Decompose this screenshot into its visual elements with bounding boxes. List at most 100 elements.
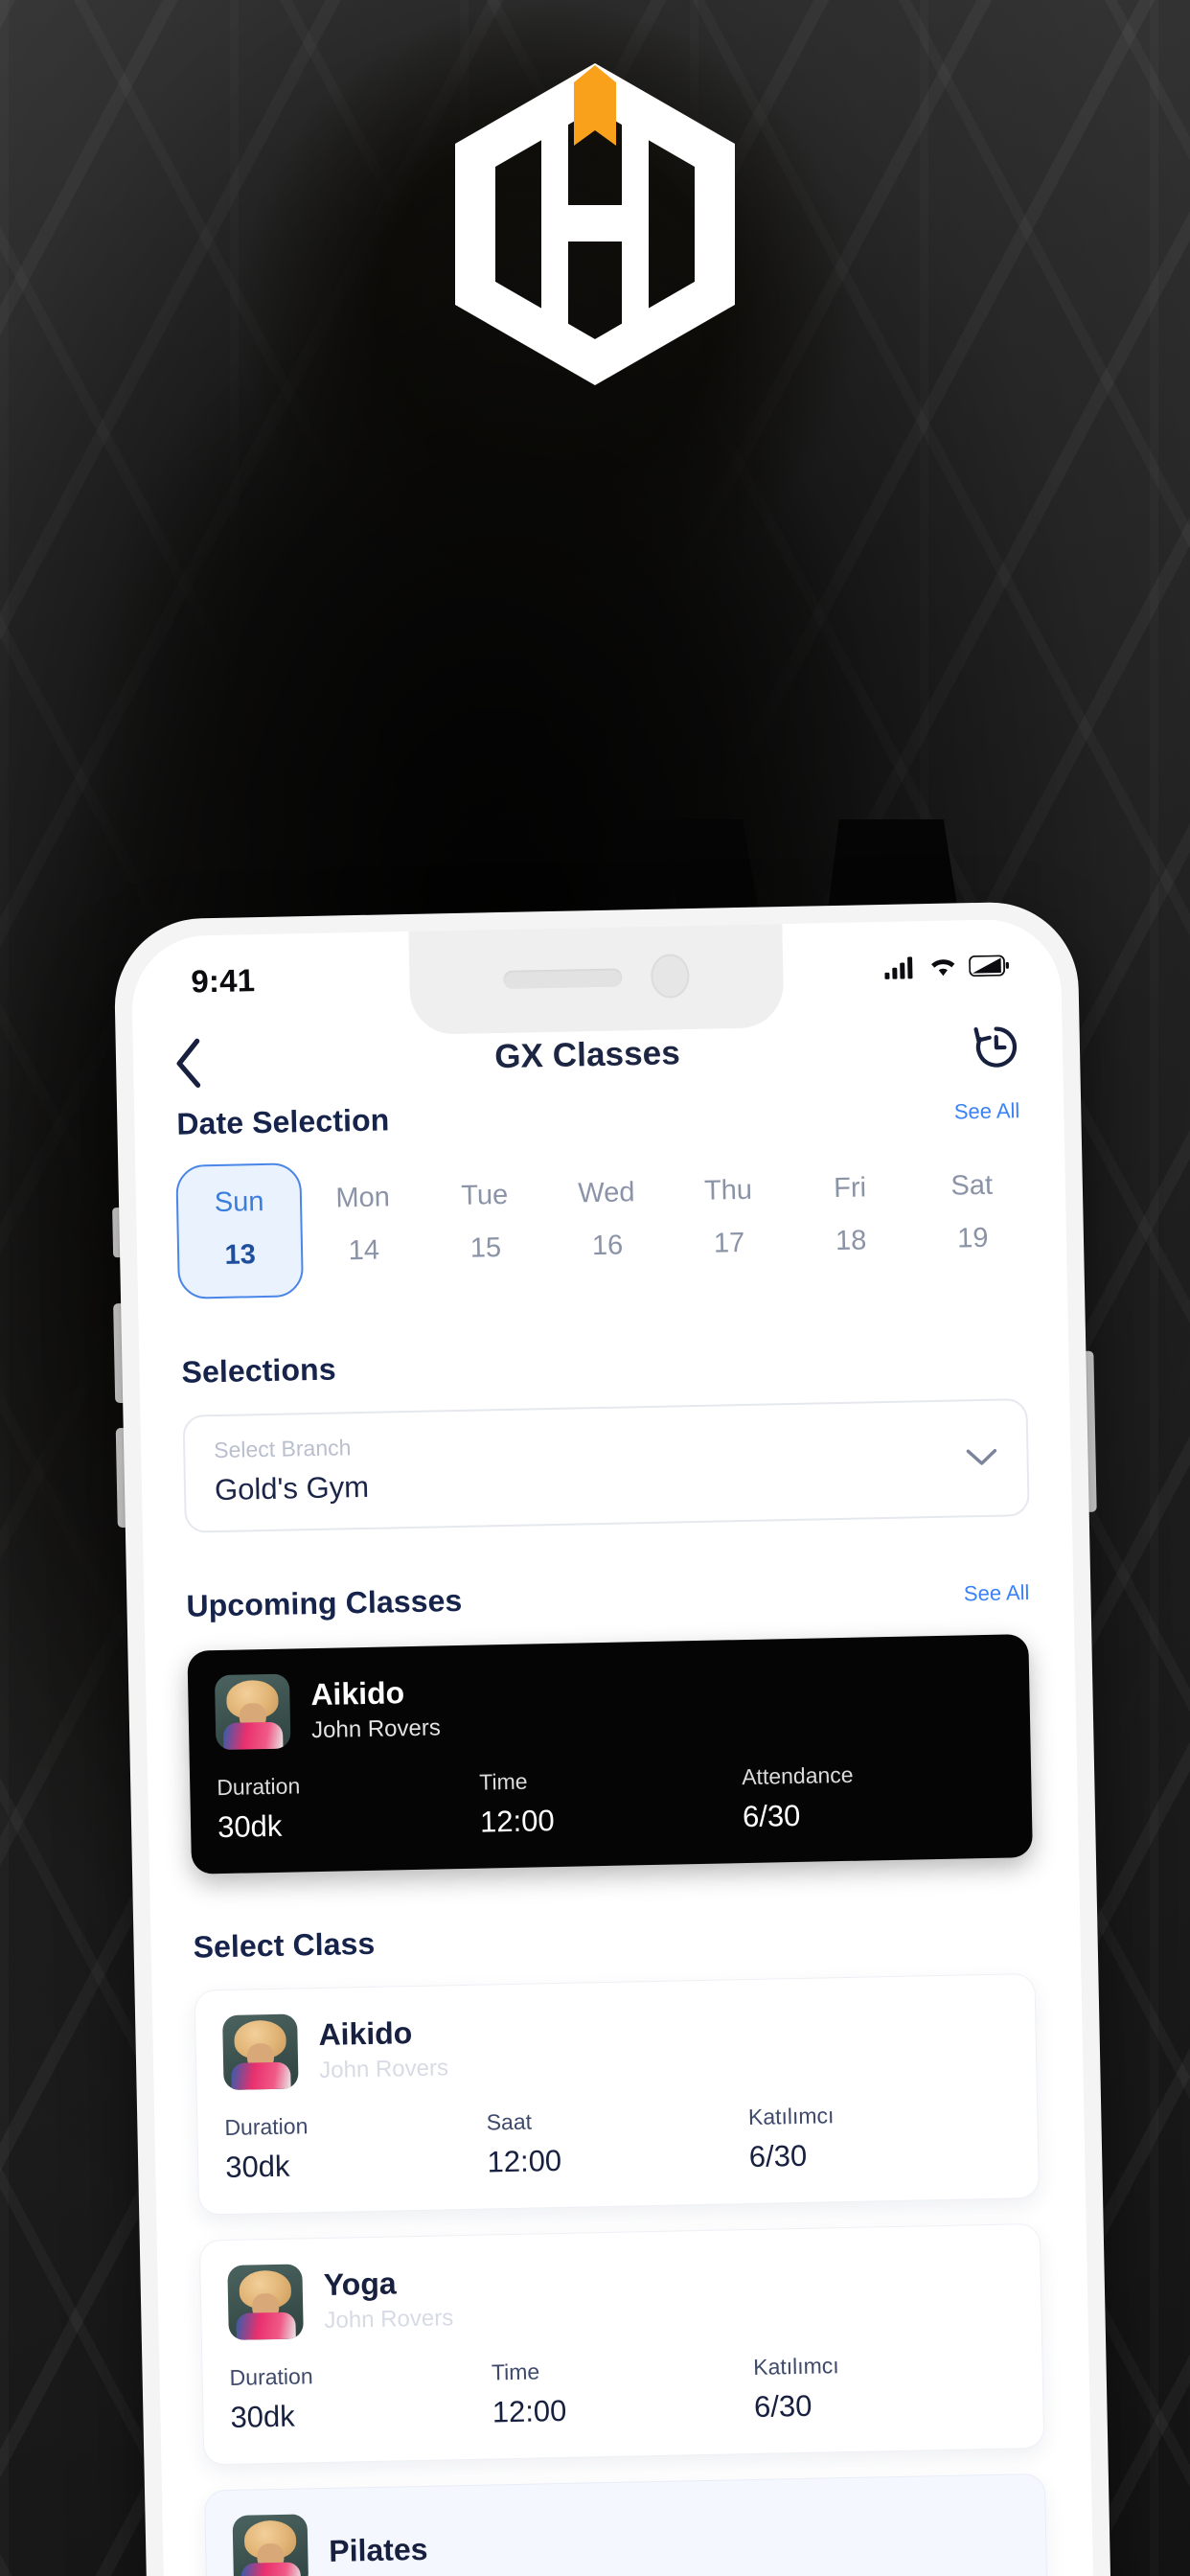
class-stats: Duration 30dk Time 12:00 Attendance 6/30 xyxy=(217,1760,1005,1845)
cellular-signal-icon xyxy=(884,956,913,979)
date-chip-dow: Tue xyxy=(461,1179,509,1211)
class-instructor: John Rovers xyxy=(324,2305,454,2334)
date-chip-dow: Thu xyxy=(703,1174,753,1207)
date-chip-dow: Sat xyxy=(950,1169,994,1202)
card-titles: Aikido John Rovers xyxy=(318,2014,448,2084)
date-strip: Sun 13 Mon 14 Tue 15 Wed 16 Thu 17 Fri 1… xyxy=(135,1124,1067,1300)
stat-key: Duration xyxy=(217,1773,301,1801)
stat-value: 30dk xyxy=(230,2399,296,2434)
stat-key: Attendance xyxy=(741,1761,854,1790)
page-title: GX Classes xyxy=(493,1034,681,1076)
stat-value: 6/30 xyxy=(753,2388,812,2424)
stat-attendance: Katılımcı 6/30 xyxy=(753,2350,1017,2425)
date-chip-number: 16 xyxy=(591,1230,624,1262)
chevron-left-icon[interactable] xyxy=(173,1038,203,1089)
stat-value: 12:00 xyxy=(487,2143,562,2179)
stat-value: 30dk xyxy=(217,1808,283,1845)
branch-select-label: Select Branch xyxy=(213,1435,352,1463)
stat-key: Duration xyxy=(229,2363,313,2390)
class-stats: Duration 30dk Saat 12:00 Katılımcı 6/30 xyxy=(224,2100,1011,2185)
branch-select-text: Select Branch Gold's Gym xyxy=(214,1435,369,1507)
dynamic-island-notch xyxy=(408,920,785,1035)
date-chip-sun[interactable]: Sun 13 xyxy=(175,1162,305,1300)
class-thumbnail xyxy=(232,2514,309,2576)
date-selection-see-all[interactable]: See All xyxy=(954,1098,1020,1124)
phone-mockup: 9:41 GX Classes Date Selection See All S… xyxy=(112,900,1111,2576)
stat-time: Time 12:00 xyxy=(479,1764,743,1839)
date-selection-title: Date Selection xyxy=(176,1102,390,1141)
class-instructor: John Rovers xyxy=(310,1714,442,1744)
selections-header: Selections xyxy=(138,1281,1069,1391)
card-header: Aikido John Rovers xyxy=(214,1660,1003,1751)
class-name: Pilates xyxy=(328,2531,428,2568)
selections-title: Selections xyxy=(181,1351,336,1390)
date-chip-number: 17 xyxy=(713,1227,745,1259)
class-thumbnail xyxy=(222,2013,299,2091)
stat-key: Saat xyxy=(486,2108,533,2135)
date-chip-tue[interactable]: Tue 15 xyxy=(423,1158,547,1295)
upcoming-classes-header: Upcoming Classes See All xyxy=(143,1515,1074,1624)
wifi-icon xyxy=(930,959,955,977)
stat-value: 12:00 xyxy=(492,2393,567,2429)
stat-key: Katılımcı xyxy=(752,2353,839,2380)
stat-key: Time xyxy=(491,2358,540,2385)
phone-body: 9:41 GX Classes Date Selection See All S… xyxy=(113,900,1111,2576)
class-name: Yoga xyxy=(323,2266,397,2302)
card-titles: Pilates xyxy=(329,2531,428,2568)
date-chip-dow: Fri xyxy=(833,1172,867,1205)
class-instructor: John Rovers xyxy=(318,2055,449,2084)
stat-duration: Duration 30dk xyxy=(224,2110,488,2185)
card-titles: Yoga John Rovers xyxy=(323,2265,453,2334)
history-clock-icon[interactable] xyxy=(972,1023,1020,1071)
date-chip-dow: Mon xyxy=(335,1182,391,1214)
upcoming-classes-title: Upcoming Classes xyxy=(186,1582,463,1623)
select-class-header: Select Class xyxy=(149,1856,1081,1966)
class-thumbnail xyxy=(227,2264,304,2340)
bookmark-icon xyxy=(574,65,616,146)
date-chip-fri[interactable]: Fri 18 xyxy=(789,1150,913,1287)
phone-screen: 9:41 GX Classes Date Selection See All S… xyxy=(130,918,1094,2576)
upcoming-classes-see-all[interactable]: See All xyxy=(964,1580,1030,1606)
stat-duration: Duration 30dk xyxy=(217,1770,480,1845)
brand-logo xyxy=(451,59,739,385)
stat-attendance: Katılımcı 6/30 xyxy=(748,2100,1012,2174)
stat-value: 6/30 xyxy=(748,2138,808,2174)
date-chip-number: 15 xyxy=(469,1232,502,1264)
class-list-item[interactable]: Aikido John Rovers Duration 30dk Saat 12… xyxy=(194,1973,1041,2216)
date-chip-wed[interactable]: Wed 16 xyxy=(545,1156,670,1293)
class-stats: Duration 30dk Time 12:00 Katılımcı 6/30 xyxy=(229,2350,1016,2435)
stat-duration: Duration 30dk xyxy=(229,2359,492,2434)
select-class-title: Select Class xyxy=(193,1925,376,1965)
date-chip-dow: Sun xyxy=(214,1186,264,1219)
date-chip-mon[interactable]: Mon 14 xyxy=(301,1161,425,1298)
stat-value: 30dk xyxy=(224,2149,290,2185)
class-thumbnail xyxy=(214,1673,291,1751)
class-list-item[interactable]: Yoga John Rovers Duration 30dk Time 12:0… xyxy=(198,2222,1045,2466)
earpiece-speaker xyxy=(503,967,623,989)
branch-select-field[interactable]: Select Branch Gold's Gym xyxy=(182,1398,1030,1533)
card-header: Aikido John Rovers xyxy=(222,2000,1009,2091)
screen-content: Date Selection See All Sun 13 Mon 14 Tue… xyxy=(134,1089,1094,2576)
class-name: Aikido xyxy=(309,1674,405,1712)
status-bar-time: 9:41 xyxy=(191,962,256,1000)
chevron-down-icon[interactable] xyxy=(965,1447,997,1467)
class-list-item[interactable]: Pilates xyxy=(204,2472,1048,2576)
upcoming-class-card[interactable]: Aikido John Rovers Duration 30dk Time 12… xyxy=(187,1634,1033,1874)
stat-attendance: Attendance 6/30 xyxy=(742,1760,1005,1834)
stat-value: 12:00 xyxy=(479,1804,555,1839)
stat-value: 6/30 xyxy=(742,1798,801,1834)
card-header: Yoga John Rovers xyxy=(227,2250,1014,2340)
branch-select-value: Gold's Gym xyxy=(214,1469,370,1507)
date-chip-sat[interactable]: Sat 19 xyxy=(910,1148,1035,1285)
date-chip-number: 13 xyxy=(224,1239,257,1271)
status-bar-icons xyxy=(884,954,1009,979)
date-chip-number: 14 xyxy=(348,1234,380,1267)
date-chip-number: 18 xyxy=(835,1225,867,1257)
battery-icon xyxy=(969,954,1009,978)
card-header: Pilates xyxy=(232,2499,1019,2576)
date-chip-dow: Wed xyxy=(578,1177,635,1209)
date-chip-number: 19 xyxy=(956,1222,989,1254)
class-name: Aikido xyxy=(318,2014,413,2052)
date-chip-thu[interactable]: Thu 17 xyxy=(667,1153,791,1290)
card-titles: Aikido John Rovers xyxy=(310,1674,441,1744)
